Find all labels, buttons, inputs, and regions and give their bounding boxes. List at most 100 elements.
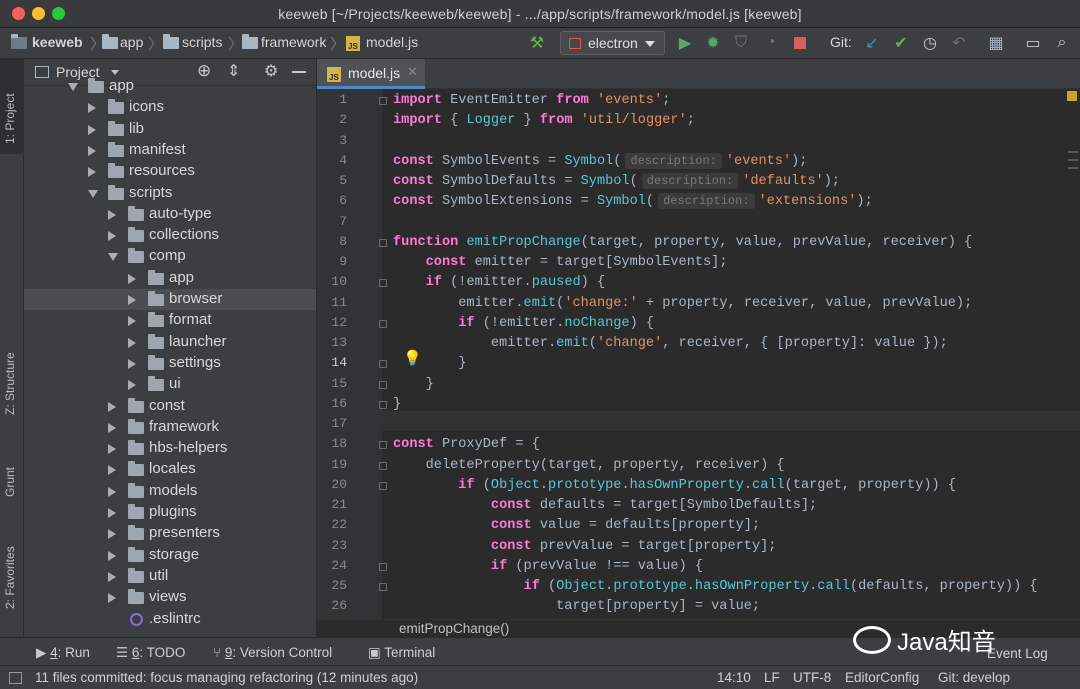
- chevron-right-icon[interactable]: [108, 444, 116, 455]
- tree-item[interactable]: resources: [24, 161, 316, 182]
- chevron-down-icon[interactable]: [111, 70, 119, 75]
- tree-item[interactable]: views: [24, 587, 316, 608]
- hide-panel-icon[interactable]: [292, 71, 306, 73]
- tree-item[interactable]: lib: [24, 119, 316, 140]
- tool-tab-structure[interactable]: Z: Structure: [3, 352, 17, 415]
- fold-marker-icon[interactable]: [379, 360, 387, 369]
- tree-item[interactable]: plugins: [24, 502, 316, 523]
- presentation-icon[interactable]: ▭: [1023, 33, 1043, 53]
- history-icon[interactable]: ◷: [920, 33, 940, 53]
- run-config-select[interactable]: electron: [560, 31, 665, 55]
- tree-item[interactable]: settings: [24, 353, 316, 374]
- tree-item[interactable]: ui: [24, 374, 316, 395]
- tree-item[interactable]: manifest: [24, 140, 316, 161]
- function-crumb[interactable]: emitPropChange(): [399, 621, 509, 636]
- chevron-right-icon[interactable]: [128, 295, 136, 305]
- tab-model-js[interactable]: JS model.js ✕: [317, 59, 425, 89]
- tree-item[interactable]: collections: [24, 225, 316, 246]
- fold-marker-icon[interactable]: [379, 461, 387, 470]
- tool-tab-project[interactable]: 1: Project: [3, 93, 17, 144]
- tree-item[interactable]: util: [24, 566, 316, 587]
- hammer-icon[interactable]: ⚒: [527, 33, 547, 53]
- chevron-right-icon[interactable]: [88, 167, 96, 178]
- tree-item[interactable]: format: [24, 310, 316, 331]
- tree-item[interactable]: auto-type: [24, 204, 316, 225]
- git-update-icon[interactable]: ↙: [862, 33, 882, 53]
- chevron-right-icon[interactable]: [128, 337, 136, 348]
- chevron-right-icon[interactable]: [108, 422, 116, 433]
- tree-item[interactable]: scripts: [24, 183, 316, 204]
- git-commit-icon[interactable]: ✔: [891, 33, 911, 53]
- tree-item[interactable]: hbs-helpers: [24, 438, 316, 459]
- chevron-down-icon[interactable]: [88, 189, 98, 198]
- fold-marker-icon[interactable]: [379, 441, 387, 450]
- crumb-file[interactable]: model.js: [366, 34, 418, 50]
- chevron-right-icon[interactable]: [88, 145, 96, 156]
- tool-tab-run[interactable]: ▶ 4: Run: [36, 645, 90, 661]
- chevron-right-icon[interactable]: [128, 316, 136, 327]
- tool-tab-favorites[interactable]: 2: Favorites: [3, 546, 17, 609]
- chevron-right-icon[interactable]: [128, 380, 136, 391]
- chevron-right-icon[interactable]: [108, 529, 116, 540]
- file-encoding[interactable]: UTF-8: [793, 670, 831, 685]
- tool-tab-version-control[interactable]: ⑂ 9: Version Control: [213, 645, 332, 660]
- fold-marker-icon[interactable]: [379, 238, 387, 247]
- crumb-scripts[interactable]: scripts: [182, 34, 222, 50]
- crumb-project[interactable]: keeweb: [32, 34, 83, 50]
- chevron-right-icon[interactable]: [128, 358, 136, 369]
- caret-position[interactable]: 14:10: [717, 670, 751, 685]
- chevron-right-icon[interactable]: [108, 401, 116, 412]
- chevron-right-icon[interactable]: [108, 231, 116, 242]
- chevron-right-icon[interactable]: [108, 486, 116, 497]
- tree-item[interactable]: app: [24, 76, 316, 97]
- fold-marker-icon[interactable]: [379, 562, 387, 571]
- tree-item[interactable]: browser: [24, 289, 316, 310]
- chevron-right-icon[interactable]: [108, 571, 116, 582]
- stop-icon[interactable]: [790, 33, 810, 53]
- tree-item[interactable]: models: [24, 481, 316, 502]
- fold-marker-icon[interactable]: [379, 97, 387, 105]
- fold-marker-icon[interactable]: [379, 583, 387, 591]
- fold-marker-icon[interactable]: [379, 400, 387, 409]
- project-structure-icon[interactable]: ▦: [986, 33, 1006, 53]
- tree-item[interactable]: framework: [24, 417, 316, 438]
- fold-marker-icon[interactable]: [379, 319, 387, 328]
- chevron-down-icon[interactable]: [68, 83, 78, 91]
- tree-item[interactable]: launcher: [24, 332, 316, 353]
- profile-icon[interactable]: ◔: [761, 33, 781, 53]
- fold-marker-icon[interactable]: [379, 279, 387, 288]
- chevron-right-icon[interactable]: [108, 550, 116, 561]
- intention-bulb-icon[interactable]: 💡: [403, 349, 422, 367]
- debug-icon[interactable]: ✹: [703, 33, 723, 53]
- revert-icon[interactable]: ↶: [949, 33, 969, 53]
- run-icon[interactable]: ▶: [675, 33, 695, 53]
- coverage-icon[interactable]: ⛉: [731, 33, 751, 53]
- fold-marker-icon[interactable]: [379, 481, 387, 490]
- crumb-framework[interactable]: framework: [261, 34, 326, 50]
- tree-item[interactable]: icons: [24, 97, 316, 118]
- tool-tab-event-log[interactable]: Event Log: [987, 646, 1048, 661]
- tree-item[interactable]: app: [24, 268, 316, 289]
- tree-item[interactable]: storage: [24, 545, 316, 566]
- tool-tab-terminal[interactable]: ▣ Terminal: [368, 645, 435, 661]
- fold-marker-icon[interactable]: [379, 380, 387, 389]
- search-icon[interactable]: ⌕: [1052, 33, 1072, 53]
- close-tab-icon[interactable]: ✕: [407, 64, 418, 80]
- toggle-tool-windows-icon[interactable]: [9, 672, 22, 684]
- chevron-right-icon[interactable]: [88, 103, 96, 114]
- status-message[interactable]: 11 files committed: focus managing refac…: [35, 670, 418, 685]
- crumb-app[interactable]: app: [120, 34, 143, 50]
- chevron-down-icon[interactable]: [108, 253, 118, 262]
- tree-item[interactable]: presenters: [24, 523, 316, 544]
- editorconfig-status[interactable]: EditorConfig: [845, 670, 919, 685]
- tool-tab-grunt[interactable]: Grunt: [3, 467, 17, 497]
- chevron-right-icon[interactable]: [108, 209, 116, 220]
- chevron-right-icon[interactable]: [108, 508, 116, 518]
- git-branch[interactable]: Git: develop: [938, 670, 1010, 685]
- tree-item[interactable]: const: [24, 396, 316, 417]
- chevron-right-icon[interactable]: [128, 273, 136, 284]
- tool-tab-todo[interactable]: ☰ 6: TODO: [116, 645, 185, 661]
- code-area[interactable]: import EventEmitter from 'events'; import…: [317, 89, 1066, 619]
- inspection-status-icon[interactable]: [1067, 91, 1077, 101]
- tree-item[interactable]: locales: [24, 459, 316, 480]
